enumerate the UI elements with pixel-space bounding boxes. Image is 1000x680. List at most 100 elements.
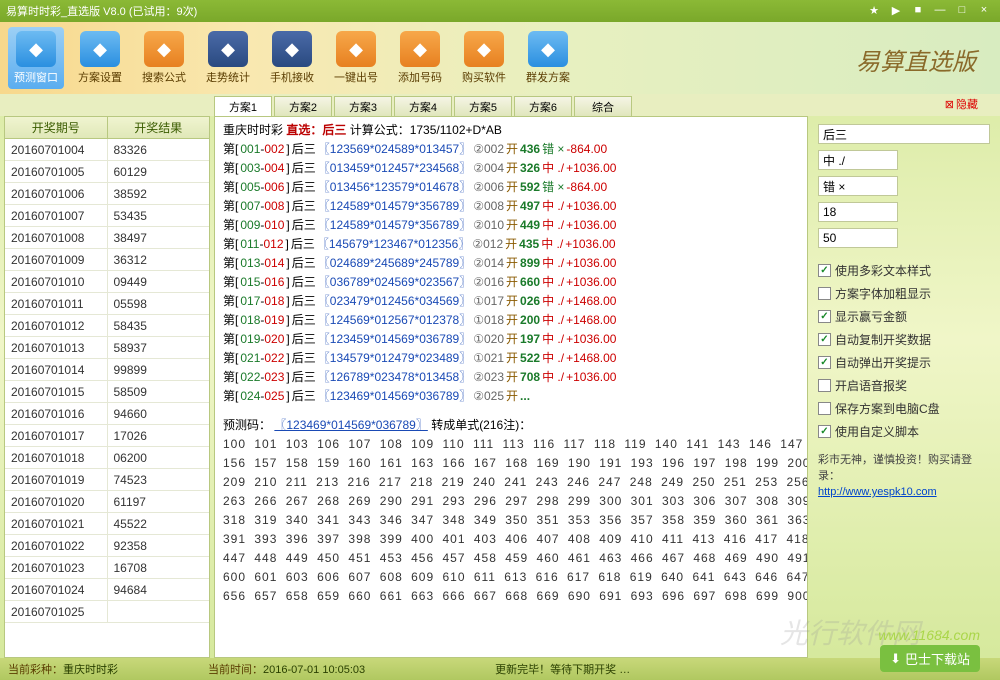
predict-pattern-link[interactable]: 〖123469*014569*036789〗 [274, 418, 427, 432]
checkbox-label: 显示赢亏金额 [835, 308, 907, 325]
tab-plan-6[interactable]: 方案6 [514, 96, 572, 116]
col-issue: 开奖期号 [5, 117, 108, 138]
table-row[interactable]: 2016070102292358 [5, 535, 209, 557]
table-row[interactable]: 2016070102316708 [5, 557, 209, 579]
window-title: 易算时时彩_直选版 V8.0 (已试用：9次) [6, 3, 197, 19]
table-row[interactable]: 2016070101717026 [5, 425, 209, 447]
table-row[interactable]: 2016070100560129 [5, 161, 209, 183]
titlebar: 易算时时彩_直选版 V8.0 (已试用：9次) ★▶■—□× [0, 0, 1000, 22]
table-row[interactable]: 2016070100753435 [5, 205, 209, 227]
checkbox-0[interactable]: ✓ 使用多彩文本样式 [818, 262, 990, 279]
disclaimer-link[interactable]: http://www.yespk10.com [818, 486, 937, 498]
table-row[interactable]: 2016070101105598 [5, 293, 209, 315]
checkbox-label: 使用自定义脚本 [835, 423, 919, 440]
table-row[interactable]: 2016070101499899 [5, 359, 209, 381]
checkbox-icon: ✓ [818, 264, 831, 277]
table-row[interactable]: 2016070101974523 [5, 469, 209, 491]
stop-icon[interactable]: ■ [908, 2, 928, 18]
watermark-faint: 光行软件网 [780, 612, 920, 652]
predict-window-button[interactable]: ◆预测窗口 [8, 27, 64, 89]
checkbox-icon: ✓ [818, 425, 831, 438]
play-icon[interactable]: ▶ [886, 2, 906, 18]
phone-receive-icon: ◆ [272, 31, 312, 67]
status-lottery: 当前彩种：重庆时时彩 [8, 661, 118, 677]
table-row[interactable]: 2016070100936312 [5, 249, 209, 271]
tab-plan-7[interactable]: 综合 [574, 96, 632, 116]
value-input-2[interactable]: 50 [818, 228, 898, 248]
table-row[interactable]: 2016070101258435 [5, 315, 209, 337]
table-row[interactable]: 2016070100638592 [5, 183, 209, 205]
buy-software-button[interactable]: ◆购买软件 [456, 27, 512, 89]
log-line: 第[015-016]后三〖036789*024569*023567〗②016 开… [223, 273, 799, 292]
add-number-icon: ◆ [400, 31, 440, 67]
log-line: 第[003-004]后三〖013459*012457*234568〗②004 开… [223, 159, 799, 178]
toolbar-label: 一键出号 [334, 69, 378, 85]
table-row[interactable]: 2016070102145522 [5, 513, 209, 535]
broadcast-plan-button[interactable]: ◆ 群发方案 [520, 27, 576, 89]
toolbar-label: 走势统计 [206, 69, 250, 85]
checkbox-label: 开启语音报奖 [835, 377, 907, 394]
checkbox-3[interactable]: ✓自动复制开奖数据 [818, 331, 990, 348]
trend-stats-icon: ◆ [208, 31, 248, 67]
trend-stats-button[interactable]: ◆ 走势统计 [200, 27, 256, 89]
checkbox-1[interactable]: 方案字体加粗显示 [818, 285, 990, 302]
table-row[interactable]: 20160701025 [5, 601, 209, 623]
log-panel: 重庆时时彩 直选：后三 计算公式：1735/1102+D*AB 第[001-00… [214, 116, 808, 658]
table-row[interactable]: 2016070101558509 [5, 381, 209, 403]
lose-indicator[interactable]: 错 × [818, 176, 898, 196]
log-line: 第[009-010]后三〖124589*014579*356789〗②010 开… [223, 216, 799, 235]
maximize-icon[interactable]: □ [952, 2, 972, 18]
table-row[interactable]: 2016070102061197 [5, 491, 209, 513]
plan-settings-icon: ◆ [80, 31, 120, 67]
table-row[interactable]: 2016070100483326 [5, 139, 209, 161]
checkbox-4[interactable]: ✓自动弹出开奖提示 [818, 354, 990, 371]
tab-plan-5[interactable]: 方案5 [454, 96, 512, 116]
predict-window-icon: ◆ [16, 31, 56, 67]
table-row[interactable]: 2016070101009449 [5, 271, 209, 293]
tab-plan-2[interactable]: 方案2 [274, 96, 332, 116]
table-row[interactable]: 2016070101806200 [5, 447, 209, 469]
table-row[interactable]: 2016070101358937 [5, 337, 209, 359]
log-line: 第[005-006]后三〖013456*123579*014678〗②006 开… [223, 178, 799, 197]
position-select[interactable]: 后三 [818, 124, 990, 144]
toolbar-label: 方案设置 [78, 69, 122, 85]
phone-receive-button[interactable]: ◆手机接收 [264, 27, 320, 89]
checkbox-5[interactable]: 开启语音报奖 [818, 377, 990, 394]
plan-settings-button[interactable]: ◆ 方案设置 [72, 27, 128, 89]
tab-plan-1[interactable]: 方案1 [214, 96, 272, 116]
search-formula-icon: ◆ [144, 31, 184, 67]
toolbar-label: 搜索公式 [142, 69, 186, 85]
hide-button[interactable]: ⊠ 隐藏 [945, 96, 978, 112]
checkbox-2[interactable]: ✓显示赢亏金额 [818, 308, 990, 325]
search-formula-button[interactable]: ◆ 搜索公式 [136, 27, 192, 89]
toolbar-label: 群发方案 [526, 69, 570, 85]
toolbar-label: 添加号码 [398, 69, 442, 85]
log-line: 第[019-020]后三〖123459*014569*036789〗①020 开… [223, 330, 799, 349]
favorite-icon[interactable]: ★ [864, 2, 884, 18]
tab-plan-4[interactable]: 方案4 [394, 96, 452, 116]
log-line: 第[022-023]后三〖126789*023478*013458〗②023 开… [223, 368, 799, 387]
results-table: 开奖期号 开奖结果 201607010048332620160701005601… [4, 116, 210, 658]
log-line: 第[017-018]后三〖023479*012456*034569〗①017 开… [223, 292, 799, 311]
table-row[interactable]: 2016070102494684 [5, 579, 209, 601]
toolbar-label: 购买软件 [462, 69, 506, 85]
minimize-icon[interactable]: — [930, 2, 950, 18]
broadcast-plan-icon: ◆ [528, 31, 568, 67]
checkbox-label: 使用多彩文本样式 [835, 262, 931, 279]
checkbox-6[interactable]: 保存方案到电脑C盘 [818, 400, 990, 417]
table-row[interactable]: 2016070100838497 [5, 227, 209, 249]
table-row[interactable]: 2016070101694660 [5, 403, 209, 425]
table-body: 2016070100483326201607010056012920160701… [5, 139, 209, 657]
win-indicator[interactable]: 中 ./ [818, 150, 898, 170]
status-update: 更新完毕！等待下期开奖 … [495, 661, 630, 677]
checkbox-label: 保存方案到电脑C盘 [835, 400, 940, 417]
checkbox-label: 方案字体加粗显示 [835, 285, 931, 302]
checkbox-7[interactable]: ✓ 使用自定义脚本 [818, 423, 990, 440]
close-icon[interactable]: × [974, 2, 994, 18]
checkbox-icon: ✓ [818, 356, 831, 369]
value-input-1[interactable]: 18 [818, 202, 898, 222]
tab-plan-3[interactable]: 方案3 [334, 96, 392, 116]
add-number-button[interactable]: ◆ 添加号码 [392, 27, 448, 89]
one-click-number-button[interactable]: ◆一键出号 [328, 27, 384, 89]
toolbar: ◆预测窗口◆方案设置◆搜索公式◆走势统计◆手机接收◆一键出号◆添加号码◆购买软件… [0, 22, 1000, 94]
